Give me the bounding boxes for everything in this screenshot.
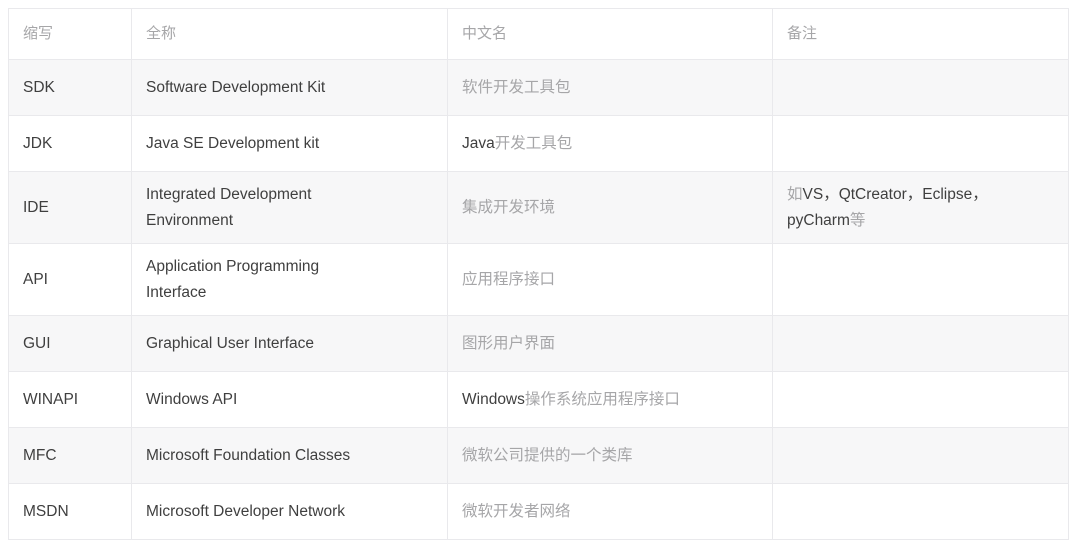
table-row: API Application Programming Interface 应用… bbox=[8, 243, 1069, 316]
cell-remarks bbox=[772, 315, 1069, 372]
abbreviation-text: WINAPI bbox=[23, 390, 79, 408]
cell-remarks bbox=[772, 243, 1069, 316]
column-header-chinese-name-label: 中文名 bbox=[462, 25, 508, 42]
cell-abbreviation: JDK bbox=[8, 115, 132, 172]
cell-full-name: Windows API bbox=[131, 371, 448, 428]
cell-chinese-name: 应用程序接口 bbox=[447, 243, 773, 316]
cell-remarks bbox=[772, 483, 1069, 540]
cell-abbreviation: SDK bbox=[8, 59, 132, 116]
cell-abbreviation: MSDN bbox=[8, 483, 132, 540]
cell-abbreviation: WINAPI bbox=[8, 371, 132, 428]
cell-remarks bbox=[772, 115, 1069, 172]
cell-full-name: Microsoft Foundation Classes bbox=[131, 427, 448, 484]
abbreviation-text: MSDN bbox=[23, 502, 69, 520]
table-row: MFC Microsoft Foundation Classes 微软公司提供的… bbox=[8, 427, 1069, 484]
cell-chinese-name: 图形用户界面 bbox=[447, 315, 773, 372]
cell-abbreviation: GUI bbox=[8, 315, 132, 372]
column-header-remarks-label: 备注 bbox=[787, 25, 818, 42]
abbreviation-text: API bbox=[23, 270, 48, 288]
full-name-line-1: Microsoft Developer Network bbox=[146, 502, 345, 520]
column-header-remarks: 备注 bbox=[772, 8, 1069, 60]
table-row: SDK Software Development Kit 软件开发工具包 bbox=[8, 59, 1069, 116]
full-name-line-1: Microsoft Foundation Classes bbox=[146, 446, 351, 464]
chinese-name-latin-part: Java bbox=[462, 134, 495, 152]
abbreviation-text: JDK bbox=[23, 134, 53, 152]
cell-full-name: Integrated Development Environment bbox=[131, 171, 448, 244]
full-name-line-2: Interface bbox=[146, 283, 207, 301]
chinese-name-cjk-part: 开发工具包 bbox=[494, 134, 573, 152]
glossary-table-container: 缩写 全称 中文名 备注 SDK Software Development Ki… bbox=[8, 8, 1069, 540]
cell-chinese-name: 微软开发者网络 bbox=[447, 483, 773, 540]
table-body: SDK Software Development Kit 软件开发工具包 JDK… bbox=[8, 59, 1069, 540]
table-row: GUI Graphical User Interface 图形用户界面 bbox=[8, 315, 1069, 372]
cell-remarks bbox=[772, 427, 1069, 484]
table-row: WINAPI Windows API Windows操作系统应用程序接口 bbox=[8, 371, 1069, 428]
header-row: 缩写 全称 中文名 备注 bbox=[8, 8, 1069, 60]
cell-abbreviation: API bbox=[8, 243, 132, 316]
full-name-line-1: Graphical User Interface bbox=[146, 334, 314, 352]
cell-remarks bbox=[772, 371, 1069, 428]
cell-chinese-name: 微软公司提供的一个类库 bbox=[447, 427, 773, 484]
cell-chinese-name: 集成开发环境 bbox=[447, 171, 773, 244]
chinese-name-cjk-part: 操作系统应用程序接口 bbox=[524, 390, 680, 408]
chinese-name-cjk-part: 应用程序接口 bbox=[462, 270, 556, 288]
cell-full-name: Software Development Kit bbox=[131, 59, 448, 116]
cell-remarks bbox=[772, 59, 1069, 116]
cell-remarks: 如VS，QtCreator，Eclipse， pyCharm等 bbox=[772, 171, 1069, 244]
chinese-name-cjk-part: 微软开发者网络 bbox=[462, 502, 571, 520]
abbreviation-text: SDK bbox=[23, 78, 55, 96]
table-row: IDE Integrated Development Environment 集… bbox=[8, 171, 1069, 244]
chinese-name-latin-part: Windows bbox=[462, 390, 525, 408]
chinese-name-cjk-part: 图形用户界面 bbox=[462, 334, 556, 352]
full-name-line-1: Software Development Kit bbox=[146, 78, 326, 96]
cell-chinese-name: Windows操作系统应用程序接口 bbox=[447, 371, 773, 428]
column-header-abbr: 缩写 bbox=[8, 8, 132, 60]
column-header-chinese-name: 中文名 bbox=[447, 8, 773, 60]
full-name-line-1: Windows API bbox=[146, 390, 238, 408]
full-name-line-2: Environment bbox=[146, 211, 234, 229]
chinese-name-cjk-part: 集成开发环境 bbox=[462, 198, 556, 216]
full-name-line-1: Application Programming bbox=[146, 257, 320, 275]
cell-full-name: Microsoft Developer Network bbox=[131, 483, 448, 540]
cell-chinese-name: 软件开发工具包 bbox=[447, 59, 773, 116]
abbreviation-text: MFC bbox=[23, 446, 57, 464]
abbreviation-text: GUI bbox=[23, 334, 51, 352]
cell-full-name: Java SE Development kit bbox=[131, 115, 448, 172]
remarks-line-1-latin: VS，QtCreator，Eclipse， bbox=[802, 185, 988, 203]
full-name-line-1: Java SE Development kit bbox=[146, 134, 320, 152]
cell-abbreviation: MFC bbox=[8, 427, 132, 484]
full-name-line-1: Integrated Development bbox=[146, 185, 312, 203]
remarks-line-2: pyCharm等 bbox=[787, 208, 1054, 234]
abbreviation-glossary-table: 缩写 全称 中文名 备注 SDK Software Development Ki… bbox=[8, 8, 1069, 540]
column-header-full-name-label: 全称 bbox=[146, 25, 177, 42]
remarks-line-2-latin: pyCharm bbox=[787, 211, 850, 229]
remarks-line-1: 如VS，QtCreator，Eclipse， bbox=[787, 182, 1054, 208]
table-row: JDK Java SE Development kit Java开发工具包 bbox=[8, 115, 1069, 172]
cell-chinese-name: Java开发工具包 bbox=[447, 115, 773, 172]
abbreviation-text: IDE bbox=[23, 198, 49, 216]
remarks-line-1-cjk-prefix: 如 bbox=[787, 185, 803, 203]
cell-abbreviation: IDE bbox=[8, 171, 132, 244]
chinese-name-cjk-part: 微软公司提供的一个类库 bbox=[462, 446, 633, 464]
cell-full-name: Application Programming Interface bbox=[131, 243, 448, 316]
column-header-full-name: 全称 bbox=[131, 8, 448, 60]
remarks-line-2-cjk-suffix: 等 bbox=[849, 211, 866, 229]
cell-full-name: Graphical User Interface bbox=[131, 315, 448, 372]
table-header: 缩写 全称 中文名 备注 bbox=[8, 8, 1069, 60]
table-row: MSDN Microsoft Developer Network 微软开发者网络 bbox=[8, 483, 1069, 540]
column-header-abbr-label: 缩写 bbox=[23, 25, 54, 42]
chinese-name-cjk-part: 软件开发工具包 bbox=[462, 78, 571, 96]
